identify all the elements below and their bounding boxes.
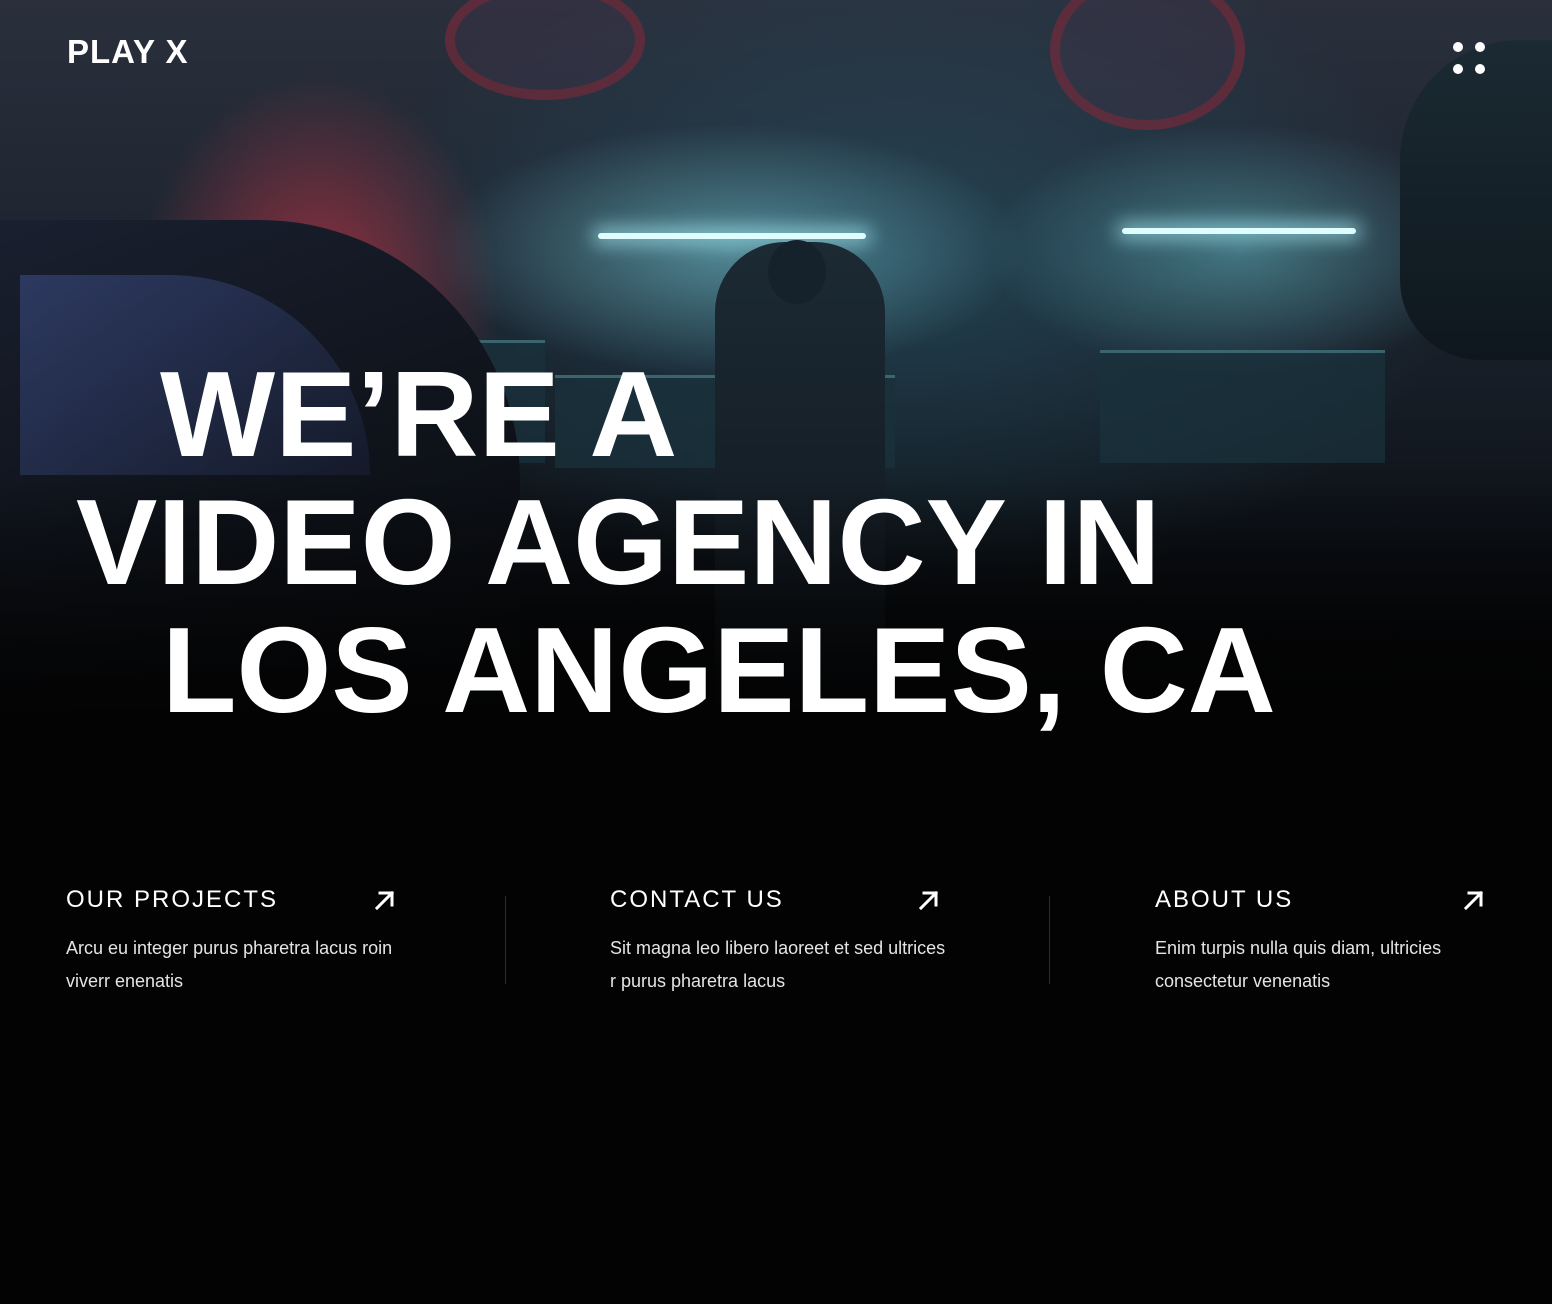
card-our-projects[interactable]: OUR PROJECTS Arcu eu integer purus phare…	[66, 880, 406, 991]
card-title[interactable]: ABOUT US	[1155, 880, 1293, 920]
arrow-up-right-icon[interactable]	[371, 886, 399, 914]
car-silhouette-right	[1400, 40, 1552, 360]
menu-dot	[1453, 42, 1463, 52]
hero-headline: WE’RE A VIDEO AGENCY IN LOS ANGELES, CA	[0, 350, 1552, 734]
headline-line-1: WE’RE A	[160, 346, 678, 482]
wall-sign-left	[445, 0, 645, 100]
menu-button[interactable]	[1448, 37, 1490, 79]
card-title[interactable]: CONTACT US	[610, 880, 784, 920]
card-description: Enim turpis nulla quis diam, ultricies c…	[1155, 938, 1442, 991]
wall-sign-right	[1050, 0, 1245, 130]
person-head	[768, 240, 826, 304]
menu-dot	[1475, 64, 1485, 74]
arrow-up-right-icon[interactable]	[1460, 886, 1488, 914]
page: PLAY X WE’RE A VIDEO AGENCY IN LOS ANGEL…	[0, 0, 1552, 1304]
card-contact-us[interactable]: CONTACT US Sit magna leo libero laoreet …	[610, 880, 950, 991]
logo[interactable]: PLAY X	[67, 32, 189, 72]
link-cards: OUR PROJECTS Arcu eu integer purus phare…	[0, 880, 1552, 991]
menu-dot	[1453, 64, 1463, 74]
card-title[interactable]: OUR PROJECTS	[66, 880, 278, 920]
card-about-us[interactable]: ABOUT US Enim turpis nulla quis diam, ul…	[1155, 880, 1495, 991]
ceiling-lamp-right	[1122, 228, 1356, 234]
ceiling-lamp-left	[598, 233, 866, 239]
divider	[505, 896, 506, 984]
headline-line-2: VIDEO AGENCY IN	[76, 474, 1161, 610]
card-description: Arcu eu integer purus pharetra lacus roi…	[66, 938, 393, 991]
headline-line-3: LOS ANGELES, CA	[162, 602, 1276, 738]
menu-dot	[1475, 42, 1485, 52]
card-description: Sit magna leo libero laoreet et sed ultr…	[610, 938, 946, 991]
arrow-up-right-icon[interactable]	[915, 886, 943, 914]
divider	[1049, 896, 1050, 984]
